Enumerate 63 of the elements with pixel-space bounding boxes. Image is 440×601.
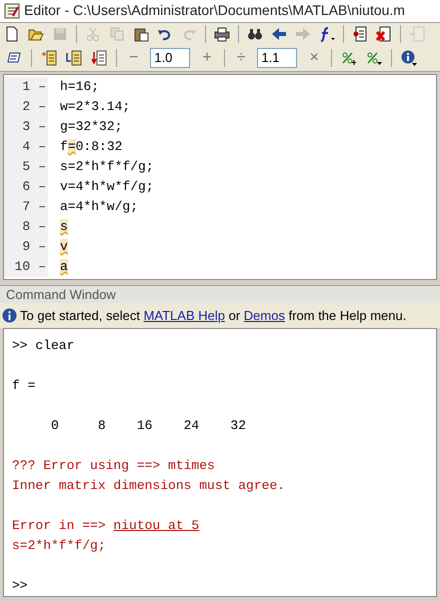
divide-button[interactable]: ÷ xyxy=(234,46,248,70)
value-field[interactable]: 1.1 xyxy=(257,48,298,68)
console-line: >> xyxy=(12,577,29,596)
info-icon xyxy=(2,308,17,324)
executable-line-marker[interactable]: – xyxy=(38,236,46,256)
executable-line-marker[interactable]: – xyxy=(38,116,46,136)
info-message: To get started, select MATLAB Help or Demos from the Help menu. xyxy=(20,306,406,325)
line-number: 1 xyxy=(22,78,30,96)
demos-link[interactable]: Demos xyxy=(244,308,285,323)
line-number: 8 xyxy=(22,218,30,236)
executable-line-marker[interactable]: – xyxy=(38,256,46,276)
function-icon[interactable] xyxy=(319,26,335,42)
code-line: s=2*h*f*f/g; xyxy=(60,158,154,176)
line-number: 7 xyxy=(22,198,30,216)
error-message: ??? Error using ==> mtimes xyxy=(12,457,216,476)
line-number: 2 xyxy=(22,98,30,116)
line-number: 4 xyxy=(22,138,30,156)
code-line: v=4*h*w*f/g; xyxy=(60,178,154,196)
line-number: 5 xyxy=(22,158,30,176)
console-line: >> clear xyxy=(12,337,76,356)
code-editor[interactable]: 1 – h=16; 2 – w=2*3.14; 3 – g=32*32; 4 – f=0:8:32 5 – s=2*h*f*f/g; 6 – v=4*h*w*f/g; 7 – a=4*h*w/g; 8 – s 9 – v 10 – a xyxy=(3,74,437,280)
clipboard-icon[interactable] xyxy=(133,26,149,42)
executable-line-marker[interactable]: – xyxy=(38,76,46,96)
help-link[interactable]: MATLAB Help xyxy=(144,308,225,323)
error-message: Error in ==> xyxy=(12,517,107,536)
line-number: 3 xyxy=(22,118,30,136)
code-line: a=4*h*w/g; xyxy=(60,198,138,216)
console-line: 0 8 16 24 32 xyxy=(50,417,248,436)
cell-divider-icon[interactable] xyxy=(66,50,82,66)
line-number: 6 xyxy=(22,178,30,196)
executable-line-marker[interactable]: – xyxy=(38,216,46,236)
evaluate-cell-icon[interactable] xyxy=(91,50,107,66)
line-number: 9 xyxy=(22,238,30,256)
panel-title: Command Window xyxy=(6,286,116,304)
increment-button[interactable]: + xyxy=(199,46,215,70)
printer-icon[interactable] xyxy=(214,26,230,42)
command-console[interactable]: >> clear f = 0 8 16 24 32 ??? Error using ==> mtimes Inner matrix dimensions must agree. Error in ==> niutou at 5 s=2*h*f*f/g; >> xyxy=(3,328,437,598)
editor-app-icon xyxy=(4,2,20,19)
error-message: Inner matrix dimensions must agree. xyxy=(12,477,286,496)
new-file-icon[interactable] xyxy=(4,26,20,42)
executable-line-marker[interactable]: – xyxy=(38,196,46,216)
left-arrow-icon[interactable] xyxy=(271,26,287,42)
code-line: g=32*32; xyxy=(60,118,122,136)
error-location-link[interactable]: niutou at 5 xyxy=(113,516,200,536)
executable-line-marker[interactable]: – xyxy=(38,156,46,176)
breakpoint-icon[interactable] xyxy=(352,26,368,42)
comment-menu-icon[interactable] xyxy=(366,50,382,66)
executable-line-marker[interactable]: – xyxy=(38,136,46,156)
code-line: w=2*3.14; xyxy=(60,98,130,116)
comment-add-icon[interactable] xyxy=(340,50,357,66)
value-field[interactable]: 1.0 xyxy=(150,48,190,68)
code-line: h=16; xyxy=(60,78,100,96)
multiply-button[interactable]: × xyxy=(306,46,322,70)
window-title: Editor - C:\Users\Administrator\Documents\MATLAB\niutou.m xyxy=(24,1,405,20)
error-message: s=2*h*f*f/g; xyxy=(12,537,107,556)
console-line: f = xyxy=(12,377,36,396)
executable-line-marker[interactable]: – xyxy=(38,176,46,196)
executable-line-marker[interactable]: – xyxy=(38,96,46,116)
line-number: 10 xyxy=(14,258,30,276)
decrement-button[interactable]: − xyxy=(126,46,142,70)
info-icon[interactable] xyxy=(400,50,417,66)
insert-cell-icon[interactable] xyxy=(41,50,57,66)
code-line: f=0:8:32 xyxy=(60,138,122,156)
